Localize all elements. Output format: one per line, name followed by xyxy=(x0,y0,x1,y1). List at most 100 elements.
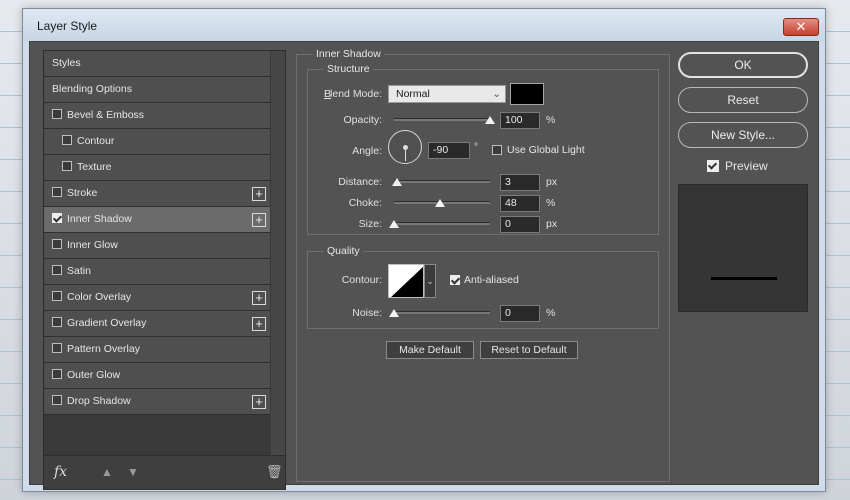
noise-slider-track[interactable] xyxy=(394,311,490,314)
chevron-down-icon: ⌄ xyxy=(492,88,501,100)
distance-slider-thumb[interactable] xyxy=(391,178,402,186)
quality-title: Quality xyxy=(324,245,363,257)
style-checkbox[interactable] xyxy=(52,109,62,119)
style-checkbox[interactable] xyxy=(52,239,62,249)
styles-item[interactable]: Contour xyxy=(44,129,270,155)
style-checkbox[interactable] xyxy=(62,161,72,171)
distance-input[interactable]: 3 xyxy=(500,174,540,191)
title-bar: Layer Style ✕ xyxy=(23,9,825,41)
distance-label: Distance: xyxy=(338,176,382,188)
style-checkbox[interactable] xyxy=(52,343,62,353)
styles-item-label: Styles xyxy=(52,57,81,69)
angle-unit: ° xyxy=(474,141,479,153)
fx-menu-button[interactable]: fx xyxy=(54,464,67,480)
styles-item-label: Texture xyxy=(77,161,112,173)
blend-mode-label: Blend Mode: xyxy=(324,88,382,100)
styles-item[interactable]: Stroke + xyxy=(44,181,270,207)
styles-toolbar: fx ▲ ▼ 🗑 xyxy=(44,455,285,489)
chevron-down-icon: ⌄ xyxy=(426,276,434,286)
ok-button[interactable]: OK xyxy=(678,52,808,78)
choke-input[interactable]: 48 xyxy=(500,195,540,212)
styles-item[interactable]: Inner Shadow + xyxy=(44,207,270,233)
styles-item[interactable]: Texture xyxy=(44,155,270,181)
add-style-button[interactable]: + xyxy=(252,187,266,201)
distance-slider-track[interactable] xyxy=(394,180,490,183)
structure-group: Structure Blend Mode: Normal ⌄ Opacity: … xyxy=(307,63,659,235)
style-checkbox[interactable] xyxy=(52,187,62,197)
style-checkbox[interactable] xyxy=(52,213,62,223)
styles-item-label: Bevel & Emboss xyxy=(67,109,145,121)
size-unit: px xyxy=(546,218,558,230)
opacity-input[interactable]: 100 xyxy=(500,112,540,129)
styles-item[interactable]: Styles xyxy=(44,51,270,77)
angle-input[interactable]: -90 xyxy=(428,142,470,159)
contour-label: Contour: xyxy=(341,274,382,286)
add-style-button[interactable]: + xyxy=(252,213,266,227)
styles-item-label: Pattern Overlay xyxy=(67,343,140,355)
styles-item[interactable]: Inner Glow xyxy=(44,233,270,259)
new-style-button[interactable]: New Style... xyxy=(678,122,808,148)
style-checkbox[interactable] xyxy=(62,135,72,145)
noise-input[interactable]: 0 xyxy=(500,305,540,322)
layer-style-dialog: Layer Style ✕ Styles Blending Options Beve… xyxy=(22,8,826,492)
styles-list: Styles Blending Options Bevel & Emboss Cont… xyxy=(44,51,270,415)
styles-item[interactable]: Outer Glow xyxy=(44,363,270,389)
reset-to-default-button[interactable]: Reset to Default xyxy=(480,341,578,359)
styles-item[interactable]: Drop Shadow + xyxy=(44,389,270,415)
add-style-button[interactable]: + xyxy=(252,291,266,305)
move-up-icon[interactable]: ▲ xyxy=(100,465,114,479)
contour-dropdown[interactable]: ⌄ xyxy=(424,264,436,298)
style-checkbox[interactable] xyxy=(52,317,62,327)
close-button[interactable]: ✕ xyxy=(783,18,819,36)
size-slider-track[interactable] xyxy=(394,222,490,225)
styles-item[interactable]: Satin xyxy=(44,259,270,285)
move-down-icon[interactable]: ▼ xyxy=(126,465,140,479)
preview-checkbox[interactable] xyxy=(707,160,719,172)
dialog-title: Layer Style xyxy=(37,19,98,33)
styles-scrollbar[interactable] xyxy=(271,51,285,455)
size-input[interactable]: 0 xyxy=(500,216,540,233)
reset-button[interactable]: Reset xyxy=(678,87,808,113)
opacity-slider-thumb[interactable] xyxy=(485,116,495,124)
styles-item-label: Inner Glow xyxy=(67,239,118,251)
angle-label: Angle: xyxy=(352,145,382,157)
contour-preview[interactable] xyxy=(388,264,424,298)
distance-unit: px xyxy=(546,176,558,188)
anti-aliased-label: Anti-aliased xyxy=(464,274,519,286)
trash-icon[interactable]: 🗑 xyxy=(266,464,283,480)
anti-aliased-checkbox[interactable] xyxy=(450,275,460,285)
opacity-slider-track[interactable] xyxy=(394,118,490,121)
add-style-button[interactable]: + xyxy=(252,395,266,409)
styles-item[interactable]: Pattern Overlay xyxy=(44,337,270,363)
styles-item[interactable]: Gradient Overlay + xyxy=(44,311,270,337)
styles-item-label: Stroke xyxy=(67,187,98,199)
styles-item[interactable]: Bevel & Emboss xyxy=(44,103,270,129)
styles-item-label: Inner Shadow xyxy=(67,213,132,225)
use-global-light-checkbox[interactable] xyxy=(492,145,502,155)
style-checkbox[interactable] xyxy=(52,291,62,301)
opacity-label: Opacity: xyxy=(343,114,382,126)
noise-slider-thumb[interactable] xyxy=(389,309,399,317)
style-checkbox[interactable] xyxy=(52,369,62,379)
style-preview-swatch xyxy=(678,184,808,312)
styles-item-label: Blending Options xyxy=(52,83,132,95)
styles-panel: Styles Blending Options Bevel & Emboss Cont… xyxy=(43,50,286,490)
add-style-button[interactable]: + xyxy=(252,317,266,331)
styles-item[interactable]: Color Overlay + xyxy=(44,285,270,311)
styles-item-label: Contour xyxy=(77,135,115,147)
styles-item[interactable]: Blending Options xyxy=(44,77,270,103)
style-checkbox[interactable] xyxy=(52,395,62,405)
inner-shadow-group: Inner Shadow Structure Blend Mode: Norma… xyxy=(296,48,670,482)
noise-label: Noise: xyxy=(352,307,382,319)
preview-sample-line xyxy=(711,277,777,280)
structure-title: Structure xyxy=(324,63,373,75)
angle-dial[interactable] xyxy=(388,130,422,164)
size-slider-thumb[interactable] xyxy=(389,220,399,228)
choke-slider-thumb[interactable] xyxy=(435,199,446,207)
shadow-color-swatch[interactable] xyxy=(510,83,544,105)
make-default-button[interactable]: Make Default xyxy=(386,341,474,359)
style-checkbox[interactable] xyxy=(52,265,62,275)
blend-mode-select[interactable]: Normal ⌄ xyxy=(388,85,506,103)
noise-unit: % xyxy=(546,307,556,319)
angle-center-dot xyxy=(403,145,408,150)
